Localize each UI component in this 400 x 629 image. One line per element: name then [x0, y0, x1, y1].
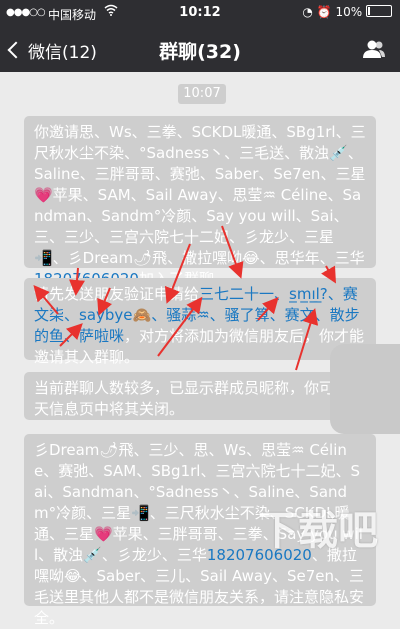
- watermark: 下载吧: [258, 498, 400, 610]
- system-message-invite: 你邀请思、Ws、三拳、SCKDL暖通、SBg1rl、三尺秋水尘不染、°Sadne…: [24, 116, 376, 288]
- people-icon[interactable]: [362, 39, 386, 59]
- system-message-verify: 请先发送朋友验证申请给三七二十一、s̲m̲ı̲̲l̲?、赛文柒、saybye🙈、…: [24, 278, 376, 366]
- page-title: 群聊(32): [159, 41, 241, 63]
- invite-text: 你邀请思、Ws、三拳、SCKDL暖通、SBg1rl、三尺秋水尘不染、°Sadne…: [34, 123, 366, 267]
- lock-rotation-icon: ◔: [302, 5, 313, 19]
- notice-text: 当前群聊人数较多，已显示群成员昵称，你可在聊天信息页中将其关闭。: [34, 379, 365, 418]
- nav-bar: 微信(12) 群聊(32): [0, 26, 400, 72]
- battery-percent: 10%: [335, 5, 363, 19]
- assistive-touch-button[interactable]: [330, 344, 400, 434]
- verify-prefix: 请先发送朋友验证申请给: [34, 285, 200, 303]
- watermark-text: 下载吧: [258, 508, 378, 554]
- status-right: ◔ ⏰ 10%: [302, 5, 392, 19]
- alarm-icon: ⏰: [316, 5, 332, 19]
- system-message-notice: 当前群聊人数较多，已显示群成员昵称，你可在聊天信息页中将其关闭。: [24, 372, 376, 420]
- status-bar: ●●●○○ 中国移动 10:12 ◔ ⏰ 10%: [0, 0, 400, 26]
- timestamp-chip: 10:07: [178, 84, 226, 104]
- battery-fill: [368, 7, 370, 15]
- battery-icon: [366, 5, 392, 17]
